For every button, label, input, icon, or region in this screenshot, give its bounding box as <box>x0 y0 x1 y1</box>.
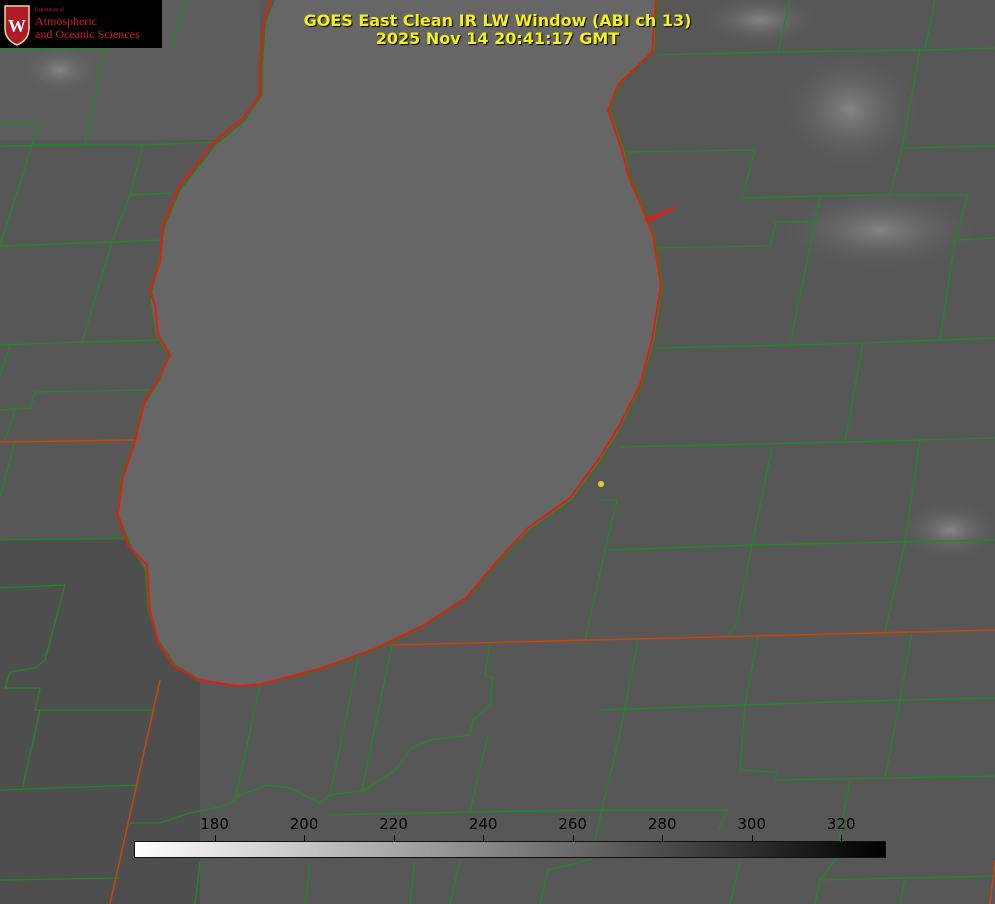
cloud-patch <box>780 50 920 170</box>
image-title: GOES East Clean IR LW Window (ABI ch 13) <box>303 11 692 30</box>
colorbar-tick-mark <box>662 835 664 841</box>
colorbar-tick-label: 280 <box>647 815 677 833</box>
colorbar-tick-label: 300 <box>737 815 767 833</box>
image-timestamp: 2025 Nov 14 20:41:17 GMT <box>375 29 620 48</box>
colorbar-tick-mark <box>304 835 306 841</box>
colorbar-tick-label: 260 <box>558 815 587 833</box>
colorbar-tick-mark <box>841 835 843 841</box>
colorbar-tick-mark <box>751 835 753 841</box>
colorbar-tick-label: 180 <box>200 815 229 833</box>
colorbar-tick-mark <box>393 835 395 841</box>
cloud-patch <box>20 45 100 95</box>
colorbar <box>134 841 886 858</box>
cloud-patch <box>780 190 980 270</box>
colorbar-tick-mark <box>483 835 485 841</box>
colorbar-tick-label: 240 <box>468 815 498 833</box>
satellite-map <box>0 0 995 904</box>
station-marker <box>598 481 604 487</box>
colorbar-tick-mark <box>572 835 574 841</box>
colorbar-tick-label: 320 <box>826 815 856 833</box>
colorbar-tick-label: 220 <box>379 815 408 833</box>
colorbar-tick-mark <box>214 835 216 841</box>
colorbar-tick-label: 200 <box>289 815 319 833</box>
